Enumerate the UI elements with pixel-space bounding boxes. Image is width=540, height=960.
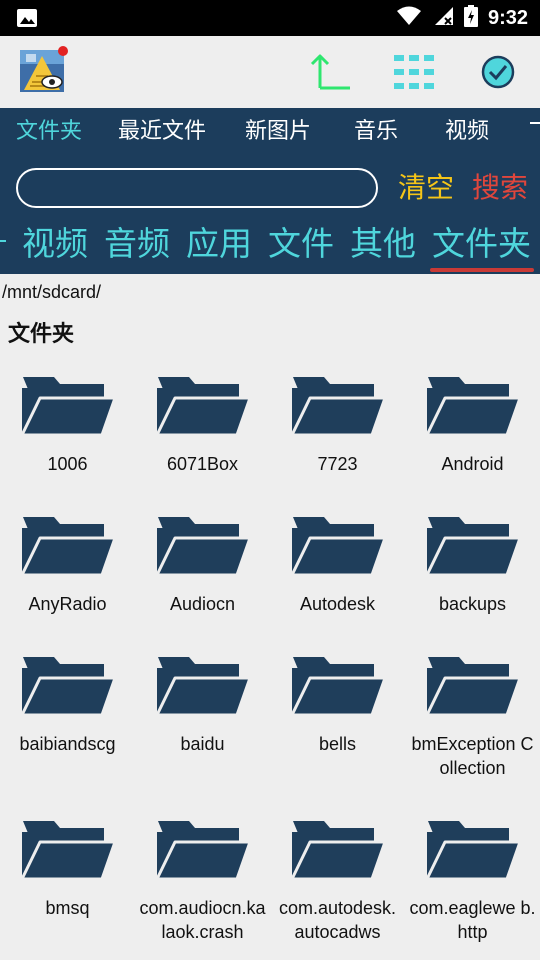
- folder-item[interactable]: 1006: [0, 374, 135, 476]
- tab-music[interactable]: 音乐: [354, 108, 398, 158]
- category-video[interactable]: 视频: [22, 222, 88, 266]
- tab-video[interactable]: 视频: [445, 108, 489, 158]
- folder-icon: [135, 654, 270, 716]
- folder-label: 1006: [47, 454, 88, 474]
- folder-icon: [270, 514, 405, 576]
- signal-icon: [432, 6, 454, 30]
- folder-icon: [0, 654, 135, 716]
- clear-button[interactable]: 清空: [398, 168, 454, 208]
- battery-icon: [463, 5, 478, 31]
- folder-label: baidu: [180, 734, 225, 754]
- toolbar: [0, 36, 540, 108]
- active-category-indicator: [430, 268, 534, 272]
- section-title: 文件夹: [8, 322, 75, 347]
- folder-icon: [270, 374, 405, 436]
- category-audio[interactable]: 音频: [104, 222, 170, 266]
- folder-label: baibiandscg: [19, 734, 116, 754]
- category-files[interactable]: 文件: [268, 222, 334, 266]
- folder-item[interactable]: baibiandscg: [0, 654, 135, 756]
- tab-folders[interactable]: 文件夹: [16, 108, 82, 158]
- folder-label: com.audiocn.kalaok.crash: [139, 898, 266, 942]
- category-overflow-edge: [0, 240, 6, 242]
- folder-label: Android: [441, 454, 504, 474]
- folder-item[interactable]: backups: [405, 514, 540, 616]
- folder-label: bmException Collection: [411, 734, 534, 778]
- app-logo-icon[interactable]: [18, 46, 68, 96]
- folder-item[interactable]: com.autodesk.autocadws: [270, 818, 405, 944]
- folder-item[interactable]: bmException Collection: [405, 654, 540, 780]
- search-button[interactable]: 搜索: [472, 168, 528, 208]
- search-area: 清空 搜索 视频 音频 应用 文件 其他 文件夹: [0, 158, 540, 274]
- folder-label: backups: [438, 594, 507, 614]
- folder-icon: [0, 818, 135, 880]
- folder-item[interactable]: 7723: [270, 374, 405, 476]
- tab-recent-files[interactable]: 最近文件: [118, 108, 206, 158]
- folder-label: 6071Box: [166, 454, 239, 474]
- grid-view-icon[interactable]: [390, 48, 438, 96]
- tab-overflow-edge: [530, 122, 540, 124]
- wifi-icon: [396, 6, 422, 30]
- tab-new-images[interactable]: 新图片: [245, 108, 311, 158]
- folder-item[interactable]: Audiocn: [135, 514, 270, 616]
- folder-label: com.autodesk.autocadws: [278, 898, 397, 942]
- folder-icon: [270, 818, 405, 880]
- folder-label: bells: [318, 734, 357, 754]
- folder-icon: [135, 514, 270, 576]
- folder-label: 7723: [317, 454, 358, 474]
- folder-icon: [0, 374, 135, 436]
- folder-icon: [135, 374, 270, 436]
- folder-item[interactable]: bells: [270, 654, 405, 756]
- up-arrow-icon[interactable]: [306, 48, 354, 96]
- check-circle-icon[interactable]: [474, 48, 522, 96]
- folder-item[interactable]: Android: [405, 374, 540, 476]
- folder-label: Autodesk: [299, 594, 376, 614]
- folder-icon: [0, 514, 135, 576]
- folder-item[interactable]: Autodesk: [270, 514, 405, 616]
- folder-icon: [405, 654, 540, 716]
- folder-label: bmsq: [45, 898, 90, 918]
- search-input[interactable]: [16, 168, 378, 208]
- folder-label: AnyRadio: [28, 594, 107, 614]
- status-time: 9:32: [487, 6, 528, 29]
- category-folders[interactable]: 文件夹: [432, 222, 531, 266]
- current-path: /mnt/sdcard/: [2, 282, 102, 302]
- folder-icon: [405, 514, 540, 576]
- category-apps[interactable]: 应用: [186, 222, 252, 266]
- category-other[interactable]: 其他: [350, 222, 416, 266]
- folder-item[interactable]: AnyRadio: [0, 514, 135, 616]
- folder-item[interactable]: 6071Box: [135, 374, 270, 476]
- folder-icon: [270, 654, 405, 716]
- folder-item[interactable]: com.audiocn.kalaok.crash: [135, 818, 270, 944]
- folder-item[interactable]: baidu: [135, 654, 270, 756]
- folder-item[interactable]: com.eaglewe b.http: [405, 818, 540, 944]
- folder-icon: [405, 818, 540, 880]
- folder-label: com.eaglewe b.http: [409, 898, 536, 942]
- status-bar: 9:32: [0, 0, 540, 36]
- folder-label: Audiocn: [169, 594, 236, 614]
- image-icon: [16, 8, 38, 32]
- folder-icon: [135, 818, 270, 880]
- folder-item[interactable]: bmsq: [0, 818, 135, 920]
- folder-icon: [405, 374, 540, 436]
- tab-bar: 文件夹 最近文件 新图片 音乐 视频: [0, 108, 540, 158]
